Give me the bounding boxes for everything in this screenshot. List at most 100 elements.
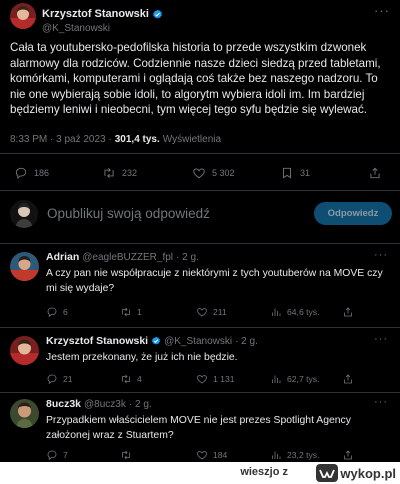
reply-button[interactable]: 21 [46,373,73,385]
reply-time[interactable]: · 2 g. [176,252,199,263]
retweet-button[interactable] [120,449,137,461]
like-count: 5 302 [212,168,235,178]
author-name[interactable]: Krzysztof Stanowski [42,8,149,20]
reply-tweet[interactable]: Krzysztof Stanowski @K_Stanowski · 2 g. … [0,331,400,391]
bookmark-count: 31 [300,168,311,178]
views-icon [270,373,282,385]
retweet-button[interactable]: 4 [120,373,142,385]
more-icon[interactable]: ··· [374,249,388,261]
tweet-actions: 186 232 5 302 31 [14,166,384,182]
reply-time[interactable]: · 2 g. [129,399,152,410]
reply-text: Przypadkiem właścicielem MOVE nie jest p… [46,415,351,441]
reply-header: Krzysztof Stanowski @K_Stanowski · 2 g. [46,335,258,347]
views-button[interactable]: 64,6 tys. [270,306,319,318]
retweet-button[interactable]: 232 [102,166,137,180]
reply-author-handle[interactable]: @8ucz3k [84,399,126,410]
author-info[interactable]: Krzysztof Stanowski @K_Stanowski [42,4,163,34]
author-avatar[interactable] [10,3,36,29]
watermark-footer: wieszjo z wykop.pl [0,462,400,484]
author-handle[interactable]: @K_Stanowski [42,23,163,34]
like-button[interactable]: 1 131 [196,373,235,385]
bookmark-icon [280,166,294,180]
retweet-icon [120,449,132,461]
reply-author-name[interactable]: Krzysztof Stanowski [46,335,148,347]
like-count: 184 [213,450,228,460]
share-button[interactable] [342,306,354,318]
verified-badge-icon [151,336,161,346]
reply-text: Jestem przekonany, że już ich nie będzie… [46,352,238,363]
like-count: 1 131 [213,374,235,384]
site-logo: wykop.pl [316,464,396,482]
reply-count: 7 [63,450,68,460]
share-button[interactable] [342,373,354,385]
reply-tweet[interactable]: Adrian @eagleBUZZER_fpl · 2 g. ··· A czy… [0,247,400,327]
site-name: wykop.pl [340,465,396,481]
reply-composer: Opublikuj swoją odpowiedź Odpowiedz [10,200,392,230]
reply-submit-button[interactable]: Odpowiedz [314,202,392,225]
like-button[interactable]: 5 302 [192,166,235,180]
wykop-logo-icon [316,464,339,482]
reply-icon [46,449,58,461]
retweet-count: 1 [137,307,142,317]
views-button[interactable]: 62,7 tys. [270,373,319,385]
uploader-credit: wieszjo z [240,466,288,478]
reply-input[interactable]: Opublikuj swoją odpowiedź [47,206,210,221]
reply-icon [46,306,58,318]
more-icon[interactable]: ··· [374,333,388,345]
reply-author-avatar[interactable] [10,336,39,365]
reply-author-handle[interactable]: @eagleBUZZER_fpl [82,252,173,263]
retweet-button[interactable]: 1 [120,306,142,318]
retweet-count: 4 [137,374,142,384]
retweet-icon [120,373,132,385]
more-icon[interactable]: ··· [374,396,388,408]
tweet-time[interactable]: 8:33 PM · 3 paź 2023 · [10,134,112,145]
reply-icon [46,373,58,385]
share-icon [342,449,354,461]
reply-count: 186 [34,168,50,178]
reply-text: A czy pan nie współpracuje z niektórymi … [46,268,383,294]
current-user-avatar [10,200,38,228]
views-count: 64,6 tys. [287,307,320,317]
more-icon[interactable]: ··· [374,3,390,18]
reply-author-handle[interactable]: @K_Stanowski [164,336,232,347]
reply-actions: 21 4 1 131 62,7 tys. [46,373,392,387]
reply-tweet[interactable]: 8ucz3k @8ucz3k · 2 g. ··· Przypadkiem wł… [0,394,400,462]
reply-author-name[interactable]: 8ucz3k [46,398,81,410]
reply-button[interactable]: 6 [46,306,68,318]
reply-author-avatar[interactable] [10,399,39,428]
reply-button[interactable]: 7 [46,449,68,461]
share-icon [368,166,382,180]
divider [0,327,400,328]
share-button[interactable] [342,449,354,461]
reply-button[interactable]: 186 [14,166,49,180]
retweet-count: 232 [122,168,138,178]
divider [0,243,400,244]
reply-actions: 6 1 211 64,6 tys. [46,306,392,320]
tweet-meta: 8:33 PM · 3 paź 2023 · 301,4 tys. Wyświe… [10,134,221,145]
share-icon [342,306,354,318]
retweet-icon [102,166,116,180]
uploader-name: wieszjo [240,466,280,478]
verified-badge-icon [152,9,163,20]
reply-author-avatar[interactable] [10,252,39,281]
views-button[interactable]: 23,2 tys. [270,449,319,461]
views-count: 62,7 tys. [287,374,320,384]
reply-header: Adrian @eagleBUZZER_fpl · 2 g. [46,251,199,263]
like-button[interactable]: 211 [196,306,227,318]
views-count: 301,4 tys. [114,134,160,145]
share-button[interactable] [368,166,382,180]
like-button[interactable]: 184 [196,449,227,461]
tweet-header: Krzysztof Stanowski @K_Stanowski ··· [10,3,390,34]
tweet-thread: Krzysztof Stanowski @K_Stanowski ··· Cał… [0,0,400,462]
reply-icon [14,166,28,180]
divider [0,392,400,393]
views-count: 23,2 tys. [287,450,320,460]
reply-author-name[interactable]: Adrian [46,251,79,263]
tweet-text: Cała ta youtubersko-pedofilska historia … [10,41,381,117]
bookmark-button[interactable]: 31 [280,166,310,180]
reply-time[interactable]: · 2 g. [235,336,258,347]
retweet-icon [120,306,132,318]
divider [0,190,400,191]
reply-count: 6 [63,307,68,317]
like-icon [192,166,206,180]
